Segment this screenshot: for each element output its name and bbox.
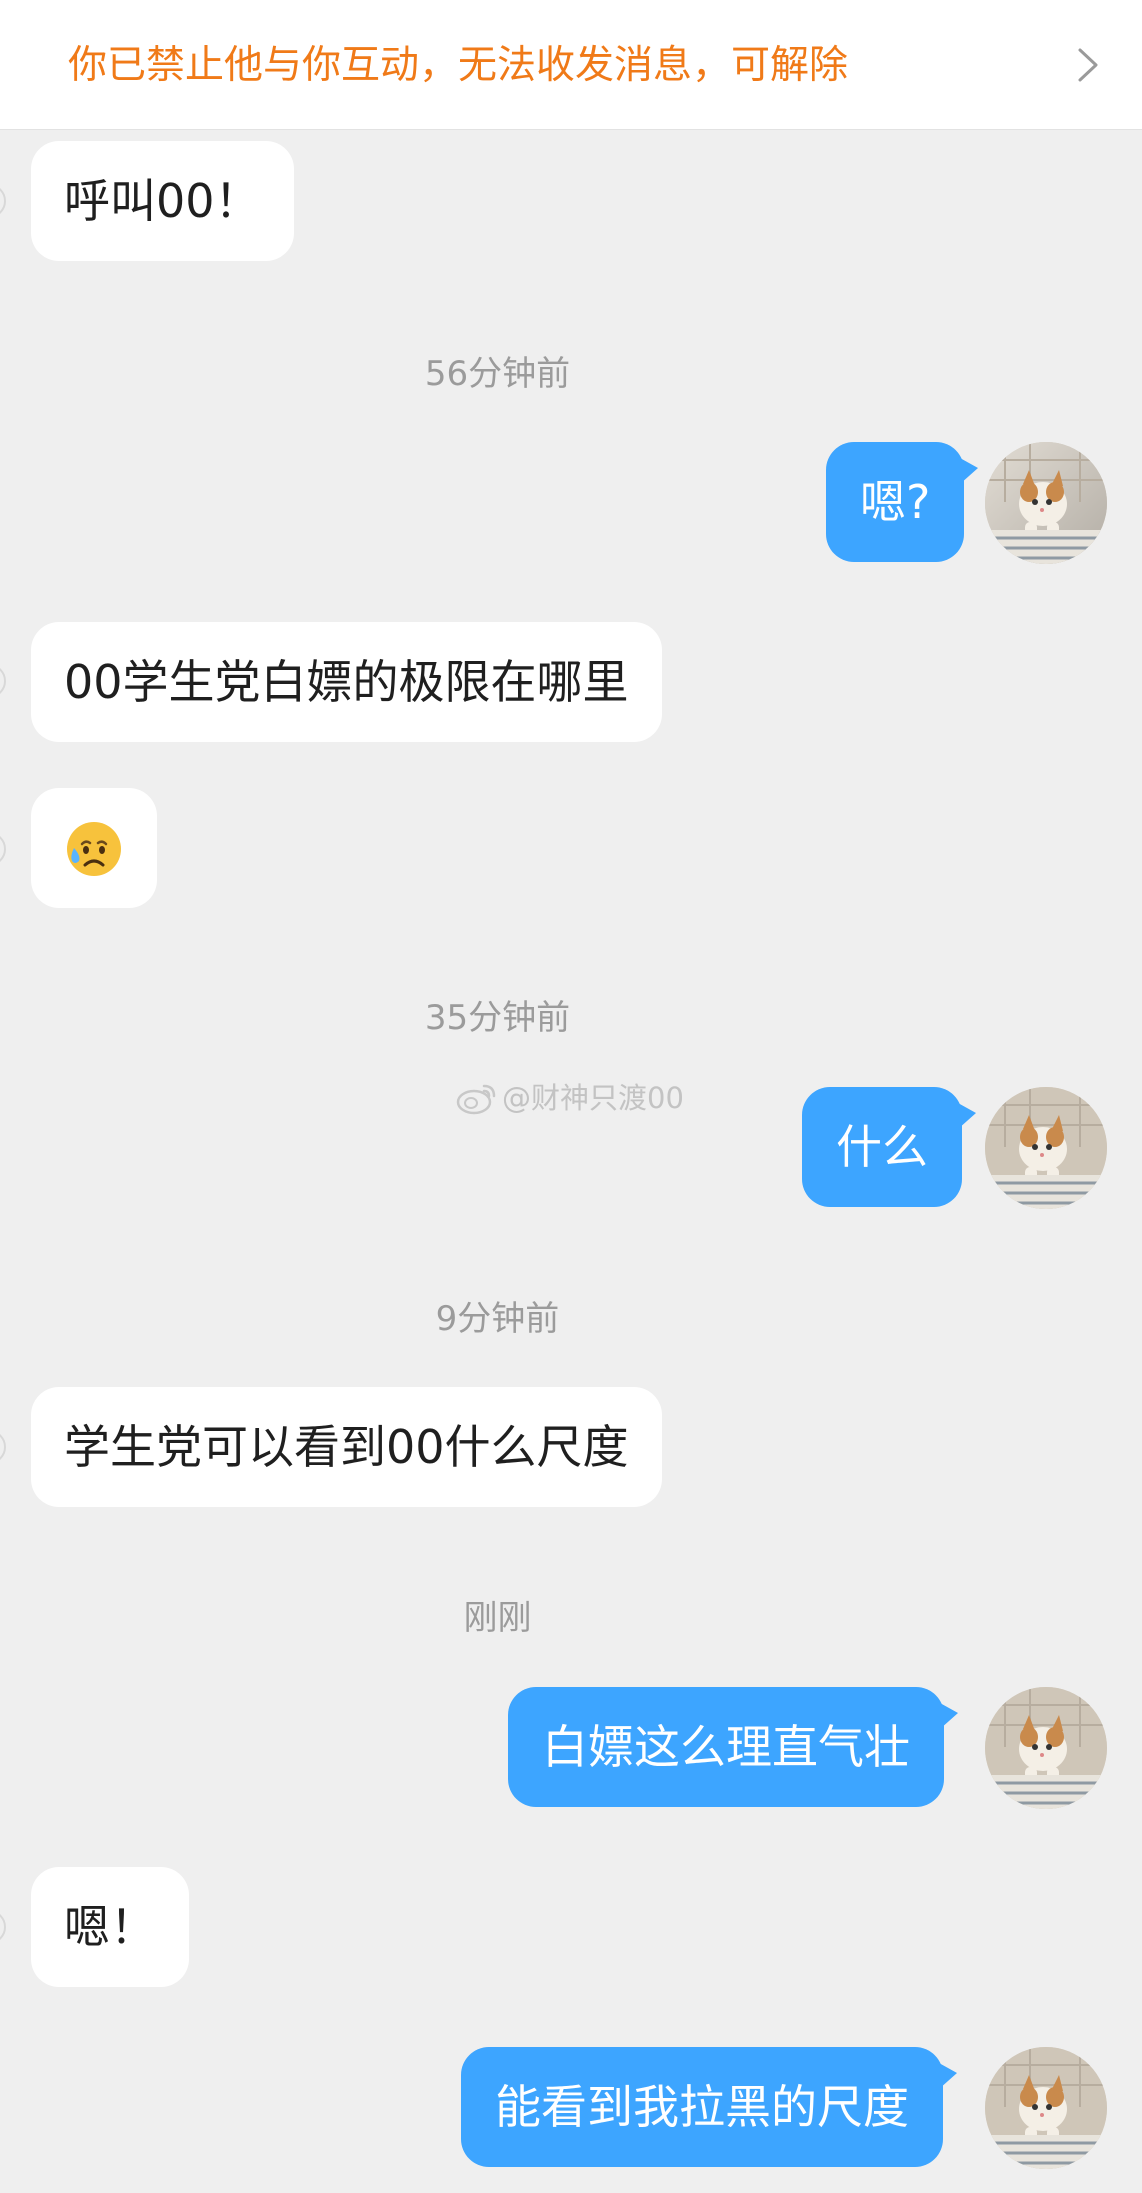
- timestamp: 35分钟前: [424, 998, 571, 1038]
- timestamp: 刚刚: [463, 1598, 532, 1638]
- my-avatar[interactable]: [985, 2047, 1107, 2169]
- weibo-logo-icon: [456, 1084, 496, 1115]
- peer-avatar[interactable]: [0, 664, 6, 698]
- peer-avatar[interactable]: [0, 832, 6, 866]
- block-notice-text: 你已禁止他与你互动，无法收发消息，可解除: [68, 43, 849, 88]
- weibo-watermark: @财神只渡00: [454, 1076, 684, 1120]
- timestamp: 9分钟前: [435, 1299, 560, 1339]
- block-notice-banner[interactable]: 你已禁止他与你互动，无法收发消息，可解除: [0, 0, 1142, 130]
- incoming-message[interactable]: 嗯！: [31, 1867, 189, 1987]
- my-avatar[interactable]: [985, 1687, 1107, 1809]
- peer-avatar[interactable]: [0, 1430, 6, 1464]
- kitten-photo: [985, 1087, 1107, 1209]
- peer-avatar[interactable]: [0, 1910, 6, 1944]
- my-avatar[interactable]: [985, 1087, 1107, 1209]
- incoming-message[interactable]: 呼叫00！: [31, 141, 294, 261]
- timestamp: 56分钟前: [424, 354, 571, 394]
- outgoing-message[interactable]: 嗯?: [826, 442, 979, 562]
- kitten-photo: [985, 1687, 1107, 1809]
- chevron-right-icon: [1078, 48, 1098, 82]
- outgoing-message[interactable]: 白嫖这么理直气壮: [508, 1687, 958, 1807]
- kitten-photo: [985, 442, 1107, 564]
- incoming-emoji-message[interactable]: [31, 788, 157, 908]
- outgoing-message[interactable]: 能看到我拉黑的尺度: [461, 2047, 957, 2167]
- incoming-message[interactable]: 00学生党白嫖的极限在哪里: [31, 622, 662, 742]
- peer-avatar[interactable]: [0, 184, 6, 218]
- my-avatar[interactable]: [985, 442, 1107, 564]
- sad-sweat-face-icon: [67, 821, 121, 876]
- kitten-photo: [985, 2047, 1107, 2169]
- outgoing-message[interactable]: 什么: [802, 1087, 976, 1207]
- incoming-message[interactable]: 学生党可以看到00什么尺度: [31, 1387, 662, 1507]
- chat-screen: 你已禁止他与你互动，无法收发消息，可解除 呼叫00！ 56分钟前 嗯? 00学生…: [0, 0, 1142, 2193]
- watermark-text: @财神只渡00: [502, 1081, 684, 1115]
